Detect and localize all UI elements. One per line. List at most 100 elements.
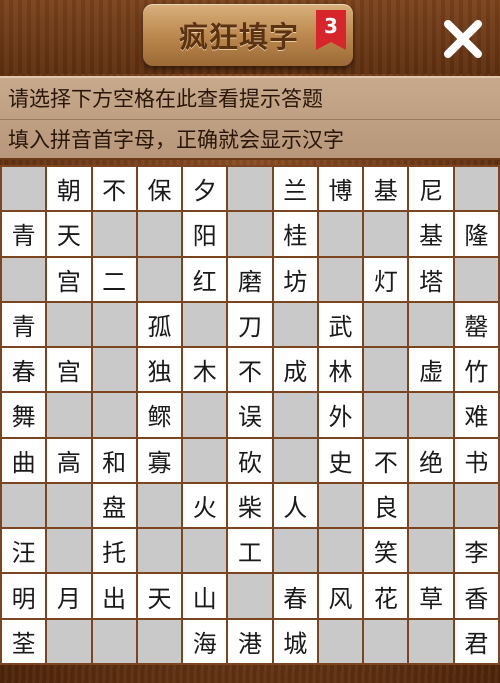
grid-cell[interactable]: 香 (454, 574, 498, 618)
grid-cell[interactable]: 明 (2, 574, 46, 618)
grid-cell[interactable]: 坊 (273, 257, 317, 301)
blocked-cell (273, 302, 317, 347)
blocked-cell (183, 393, 227, 437)
grid-cell[interactable]: 不 (92, 167, 136, 211)
blocked-cell (364, 348, 408, 392)
grid-cell[interactable]: 曲 (2, 438, 46, 482)
grid-cell[interactable]: 桂 (273, 212, 317, 256)
grid-cell[interactable]: 阳 (183, 212, 227, 256)
blocked-cell (228, 212, 272, 256)
blocked-cell (409, 393, 453, 437)
grid-cell[interactable]: 成 (273, 348, 317, 392)
grid-cell[interactable]: 港 (228, 619, 272, 663)
grid-cell[interactable]: 荃 (2, 619, 46, 663)
blocked-cell (273, 438, 317, 482)
blocked-cell (318, 619, 363, 663)
grid-cell[interactable]: 虚 (409, 348, 453, 392)
grid-cell[interactable]: 海 (183, 619, 227, 663)
grid-cell[interactable]: 风 (318, 574, 363, 618)
grid-cell[interactable]: 笑 (364, 529, 408, 573)
grid-cell[interactable]: 保 (137, 167, 182, 211)
hint-line-1: 请选择下方空格在此查看提示答题 (8, 87, 323, 111)
blocked-cell (137, 483, 182, 528)
grid-cell[interactable]: 独 (137, 348, 182, 392)
grid-cell[interactable]: 草 (409, 574, 453, 618)
grid-cell[interactable]: 塔 (409, 257, 453, 301)
grid-cell[interactable]: 尼 (409, 167, 453, 211)
grid-cell[interactable]: 难 (454, 393, 498, 437)
grid-cell[interactable]: 误 (228, 393, 272, 437)
grid-cell[interactable]: 基 (364, 167, 408, 211)
grid-cell[interactable]: 博 (318, 167, 363, 211)
grid-cell[interactable]: 盘 (92, 483, 136, 528)
close-button[interactable] (440, 16, 486, 62)
grid-cell[interactable]: 天 (137, 574, 182, 618)
grid-cell[interactable]: 林 (318, 348, 363, 392)
grid-cell[interactable]: 夕 (183, 167, 227, 211)
grid-cell[interactable]: 外 (318, 393, 363, 437)
blocked-cell (318, 529, 363, 573)
grid-cell[interactable]: 天 (47, 212, 91, 256)
grid-cell[interactable]: 李 (454, 529, 498, 573)
grid-cell[interactable]: 砍 (228, 438, 272, 482)
grid-cell[interactable]: 月 (47, 574, 91, 618)
grid-cell[interactable]: 春 (2, 348, 46, 392)
grid-cell[interactable]: 汪 (2, 529, 46, 573)
level-number: 3 (324, 14, 338, 38)
grid-cell[interactable]: 青 (2, 302, 46, 347)
grid-cell[interactable]: 出 (92, 574, 136, 618)
blocked-cell (92, 393, 136, 437)
grid-cell[interactable]: 绝 (409, 438, 453, 482)
blocked-cell (364, 302, 408, 347)
grid-cell[interactable]: 君 (454, 619, 498, 663)
grid-cell[interactable]: 高 (47, 438, 91, 482)
grid-cell[interactable]: 托 (92, 529, 136, 573)
blocked-cell (454, 483, 498, 528)
blocked-cell (92, 619, 136, 663)
grid-cell[interactable]: 灯 (364, 257, 408, 301)
grid-cell[interactable]: 孤 (137, 302, 182, 347)
grid-cell[interactable]: 城 (273, 619, 317, 663)
blocked-cell (364, 212, 408, 256)
grid-cell[interactable]: 红 (183, 257, 227, 301)
grid-cell[interactable]: 火 (183, 483, 227, 528)
blocked-cell (92, 212, 136, 256)
close-icon (444, 20, 482, 58)
grid-cell[interactable]: 宫 (47, 257, 91, 301)
grid-cell[interactable]: 宫 (47, 348, 91, 392)
blocked-cell (454, 167, 498, 211)
grid-cell[interactable]: 寡 (137, 438, 182, 482)
grid-cell[interactable]: 隆 (454, 212, 498, 256)
game-screen: 疯狂填字 3 请选择下方空格在此查看提示答题 填入拼音首字母，正确就会显示汉字 … (0, 0, 500, 683)
grid-cell[interactable]: 兰 (273, 167, 317, 211)
grid-cell[interactable]: 刀 (228, 302, 272, 347)
grid-cell[interactable]: 和 (92, 438, 136, 482)
grid-cell[interactable]: 鳏 (137, 393, 182, 437)
grid-cell[interactable]: 竹 (454, 348, 498, 392)
blocked-cell (47, 302, 91, 347)
grid-cell[interactable]: 不 (364, 438, 408, 482)
grid-cell[interactable]: 基 (409, 212, 453, 256)
grid-cell[interactable]: 花 (364, 574, 408, 618)
grid-cell[interactable]: 史 (318, 438, 363, 482)
grid-cell[interactable]: 人 (273, 483, 317, 528)
blocked-cell (409, 302, 453, 347)
grid-cell[interactable]: 柴 (228, 483, 272, 528)
grid-cell[interactable]: 磨 (228, 257, 272, 301)
grid-cell[interactable]: 武 (318, 302, 363, 347)
grid-cell[interactable]: 罄 (454, 302, 498, 347)
grid-cell[interactable]: 朝 (47, 167, 91, 211)
blocked-cell (92, 348, 136, 392)
grid-cell[interactable]: 山 (183, 574, 227, 618)
grid-cell[interactable]: 书 (454, 438, 498, 482)
blocked-cell (47, 393, 91, 437)
grid-cell[interactable]: 二 (92, 257, 136, 301)
grid-cell[interactable]: 工 (228, 529, 272, 573)
grid-cell[interactable]: 良 (364, 483, 408, 528)
grid-cell[interactable]: 不 (228, 348, 272, 392)
grid-cell[interactable]: 春 (273, 574, 317, 618)
hint-divider (0, 119, 500, 120)
grid-cell[interactable]: 青 (2, 212, 46, 256)
grid-cell[interactable]: 舞 (2, 393, 46, 437)
grid-cell[interactable]: 木 (183, 348, 227, 392)
